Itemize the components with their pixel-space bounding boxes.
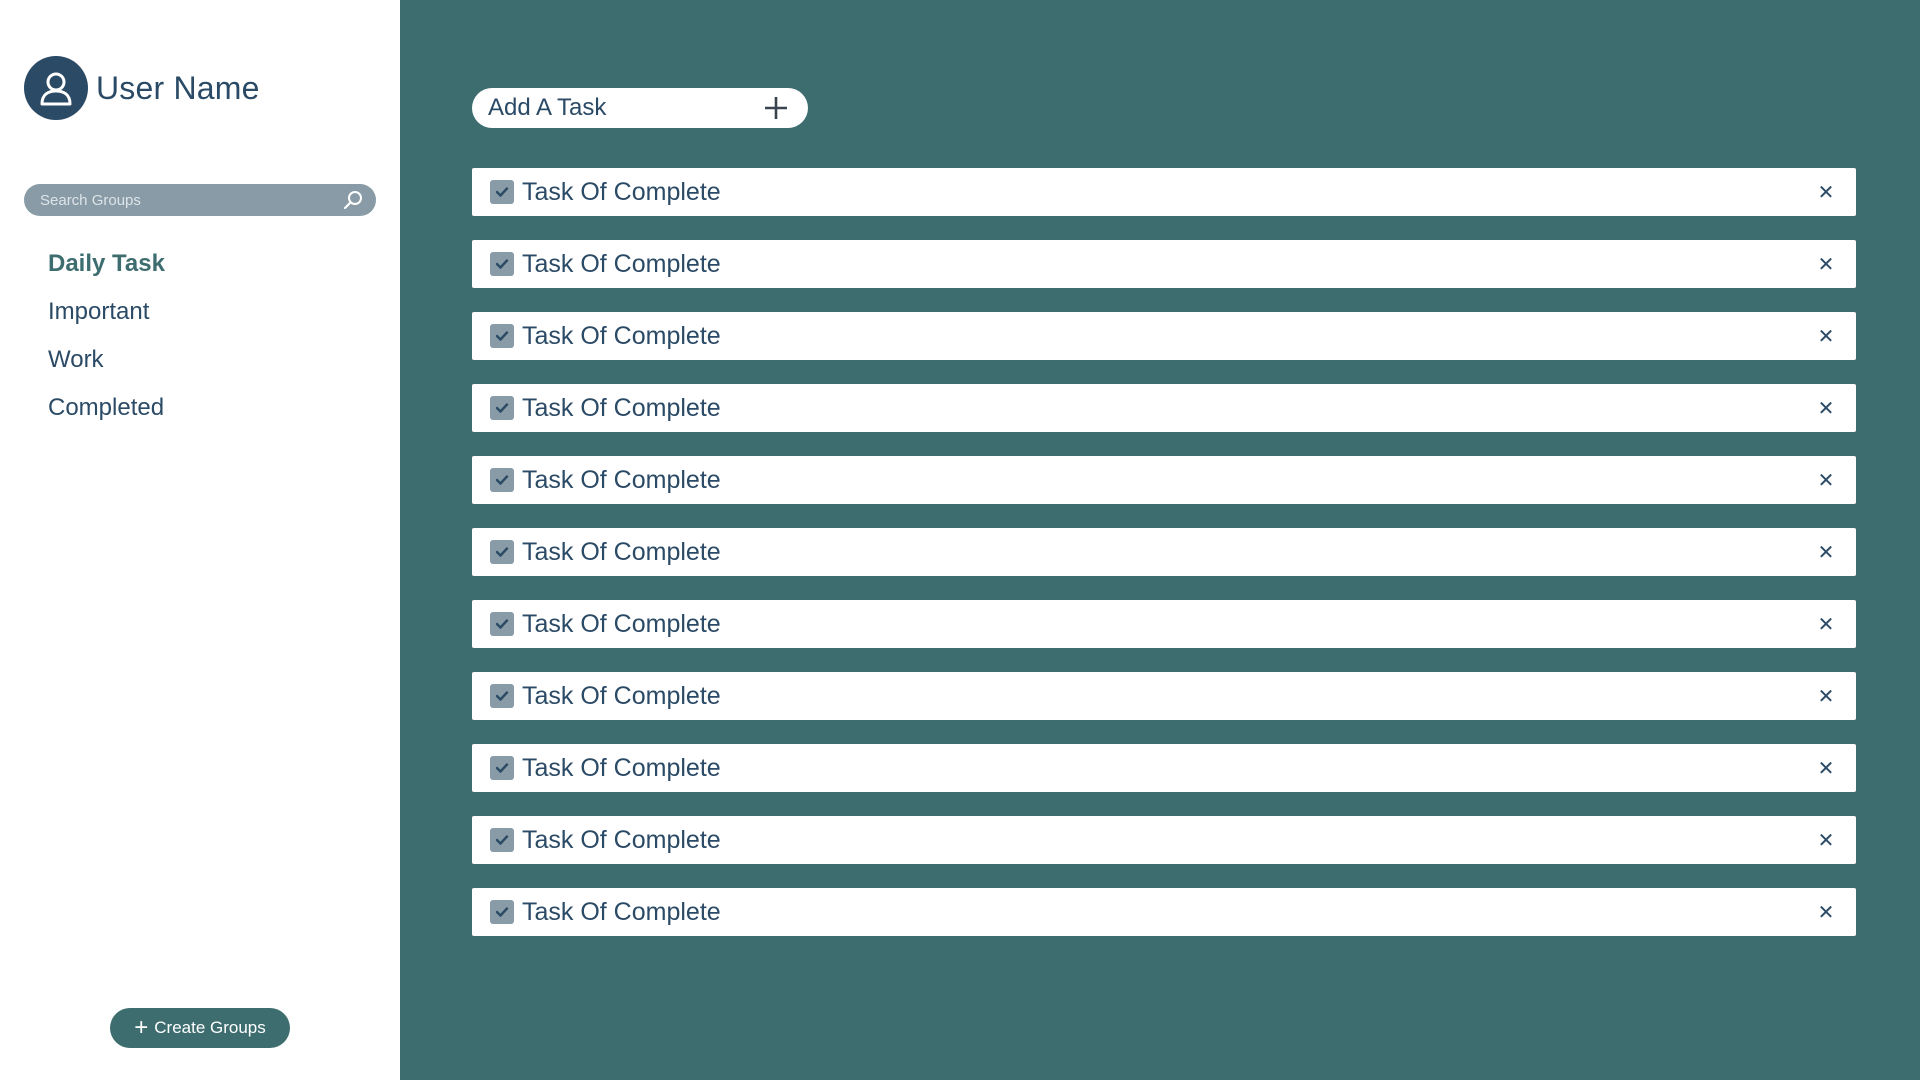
- task-row: Task Of Complete ✕: [472, 816, 1856, 864]
- task-row: Task Of Complete ✕: [472, 600, 1856, 648]
- task-label: Task Of Complete: [522, 609, 721, 638]
- task-label: Task Of Complete: [522, 249, 721, 278]
- task-row: Task Of Complete ✕: [472, 888, 1856, 936]
- close-icon[interactable]: ✕: [1812, 178, 1840, 206]
- task-checkbox[interactable]: [490, 756, 514, 780]
- search-bar: [24, 184, 376, 216]
- check-icon: [495, 907, 509, 917]
- task-label: Task Of Complete: [522, 753, 721, 782]
- close-icon[interactable]: ✕: [1812, 322, 1840, 350]
- close-icon[interactable]: ✕: [1812, 754, 1840, 782]
- nav-item-work[interactable]: Work: [48, 340, 165, 388]
- task-label: Task Of Complete: [522, 897, 721, 926]
- check-icon: [495, 763, 509, 773]
- plus-icon: [762, 94, 790, 122]
- task-label: Task Of Complete: [522, 825, 721, 854]
- sidebar: User Name Daily Task Important Work Comp…: [0, 0, 400, 1080]
- task-row: Task Of Complete ✕: [472, 384, 1856, 432]
- task-row: Task Of Complete ✕: [472, 528, 1856, 576]
- check-icon: [495, 331, 509, 341]
- close-icon[interactable]: ✕: [1812, 826, 1840, 854]
- check-icon: [495, 259, 509, 269]
- task-panel: Add A Task Task Of Complete ✕ Task Of Co…: [400, 0, 1920, 1080]
- task-checkbox[interactable]: [490, 180, 514, 204]
- task-row: Task Of Complete ✕: [472, 456, 1856, 504]
- task-checkbox[interactable]: [490, 252, 514, 276]
- task-checkbox[interactable]: [490, 324, 514, 348]
- task-label: Task Of Complete: [522, 393, 721, 422]
- create-groups-label: Create Groups: [154, 1018, 266, 1037]
- close-icon[interactable]: ✕: [1812, 394, 1840, 422]
- close-icon[interactable]: ✕: [1812, 682, 1840, 710]
- nav-item-completed[interactable]: Completed: [48, 388, 165, 436]
- task-list: Task Of Complete ✕ Task Of Complete ✕ Ta…: [472, 168, 1856, 960]
- close-icon[interactable]: ✕: [1812, 466, 1840, 494]
- task-row: Task Of Complete ✕: [472, 312, 1856, 360]
- close-icon[interactable]: ✕: [1812, 610, 1840, 638]
- check-icon: [495, 619, 509, 629]
- task-row: Task Of Complete ✕: [472, 744, 1856, 792]
- task-label: Task Of Complete: [522, 465, 721, 494]
- task-checkbox[interactable]: [490, 396, 514, 420]
- avatar[interactable]: [24, 56, 88, 120]
- create-groups-button[interactable]: + Create Groups: [110, 1008, 290, 1048]
- check-icon: [495, 547, 509, 557]
- add-task-label: Add A Task: [488, 94, 607, 121]
- search-icon[interactable]: [342, 189, 364, 211]
- check-icon: [495, 475, 509, 485]
- user-name: User Name: [96, 69, 260, 106]
- close-icon[interactable]: ✕: [1812, 250, 1840, 278]
- user-icon: [40, 72, 72, 106]
- check-icon: [495, 403, 509, 413]
- check-icon: [495, 187, 509, 197]
- task-row: Task Of Complete ✕: [472, 672, 1856, 720]
- close-icon[interactable]: ✕: [1812, 898, 1840, 926]
- task-label: Task Of Complete: [522, 321, 721, 350]
- app: User Name Daily Task Important Work Comp…: [0, 0, 1920, 1080]
- task-checkbox[interactable]: [490, 540, 514, 564]
- task-label: Task Of Complete: [522, 177, 721, 206]
- user-profile[interactable]: User Name: [24, 56, 260, 120]
- task-label: Task Of Complete: [522, 537, 721, 566]
- check-icon: [495, 835, 509, 845]
- task-label: Task Of Complete: [522, 681, 721, 710]
- task-row: Task Of Complete ✕: [472, 240, 1856, 288]
- add-task-button[interactable]: Add A Task: [472, 88, 808, 128]
- task-checkbox[interactable]: [490, 684, 514, 708]
- group-nav: Daily Task Important Work Completed: [48, 244, 165, 436]
- task-checkbox[interactable]: [490, 828, 514, 852]
- search-input[interactable]: [40, 191, 342, 209]
- close-icon[interactable]: ✕: [1812, 538, 1840, 566]
- nav-item-important[interactable]: Important: [48, 292, 165, 340]
- nav-item-daily-task[interactable]: Daily Task: [48, 244, 165, 292]
- check-icon: [495, 691, 509, 701]
- task-checkbox[interactable]: [490, 612, 514, 636]
- plus-icon: +: [134, 1014, 149, 1041]
- task-checkbox[interactable]: [490, 900, 514, 924]
- task-checkbox[interactable]: [490, 468, 514, 492]
- task-row: Task Of Complete ✕: [472, 168, 1856, 216]
